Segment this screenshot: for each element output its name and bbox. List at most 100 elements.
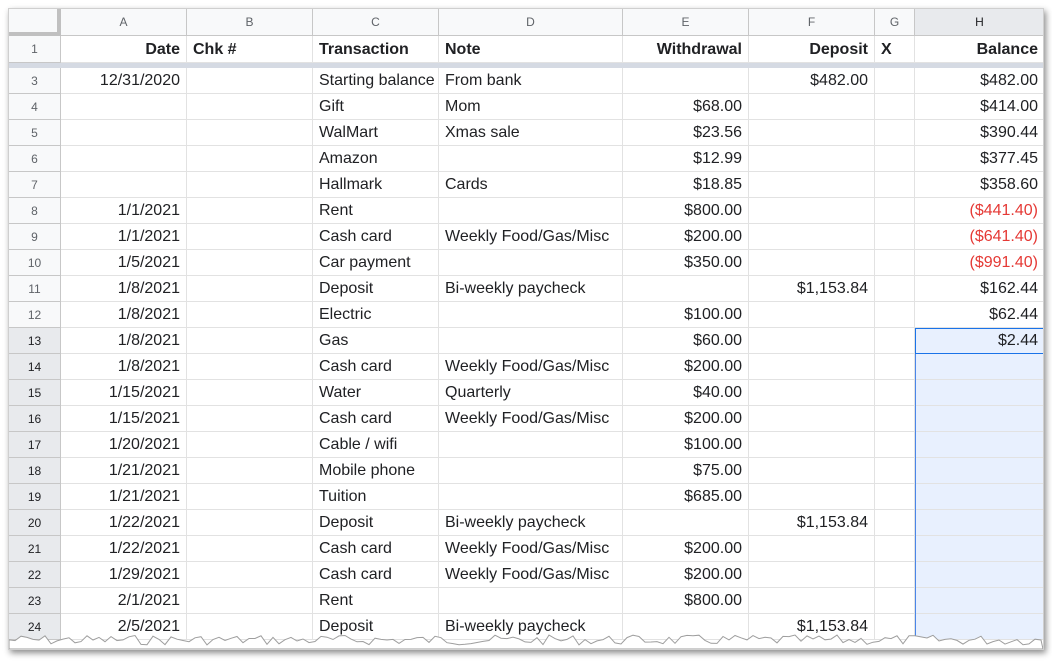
- cell-transaction[interactable]: Gift: [313, 94, 439, 120]
- cell-withdrawal[interactable]: $200.00: [623, 406, 749, 432]
- cell-x[interactable]: [875, 146, 915, 172]
- cell-withdrawal[interactable]: [623, 510, 749, 536]
- cell-balance[interactable]: $2.44: [915, 328, 1043, 354]
- cell-date[interactable]: [61, 94, 187, 120]
- cell-note[interactable]: [439, 588, 623, 614]
- cell-chk[interactable]: [187, 380, 313, 406]
- header-cell-deposit[interactable]: Deposit: [749, 36, 875, 63]
- cell-note[interactable]: Weekly Food/Gas/Misc: [439, 354, 623, 380]
- cell-x[interactable]: [875, 328, 915, 354]
- cell-withdrawal[interactable]: $23.56: [623, 120, 749, 146]
- cell-deposit[interactable]: [749, 432, 875, 458]
- cell-date[interactable]: 1/8/2021: [61, 354, 187, 380]
- header-cell-note[interactable]: Note: [439, 36, 623, 63]
- cell-balance[interactable]: $482.00: [915, 68, 1043, 94]
- cell-withdrawal[interactable]: $685.00: [623, 484, 749, 510]
- row-header[interactable]: 23: [9, 588, 61, 614]
- cell-note[interactable]: Weekly Food/Gas/Misc: [439, 224, 623, 250]
- cell-chk[interactable]: [187, 250, 313, 276]
- row-header[interactable]: 13: [9, 328, 61, 354]
- row-header[interactable]: 19: [9, 484, 61, 510]
- cell-balance[interactable]: $358.60: [915, 172, 1043, 198]
- cell-x[interactable]: [875, 276, 915, 302]
- cell-withdrawal[interactable]: $18.85: [623, 172, 749, 198]
- cell-note[interactable]: [439, 146, 623, 172]
- column-header-a[interactable]: A: [61, 9, 187, 36]
- cell-x[interactable]: [875, 562, 915, 588]
- cell-balance[interactable]: $414.00: [915, 94, 1043, 120]
- cell-deposit[interactable]: [749, 328, 875, 354]
- cell-note[interactable]: Bi-weekly paycheck: [439, 276, 623, 302]
- cell-x[interactable]: [875, 380, 915, 406]
- cell-deposit[interactable]: [749, 302, 875, 328]
- cell-transaction[interactable]: Deposit: [313, 276, 439, 302]
- cell-deposit[interactable]: [749, 198, 875, 224]
- cell-transaction[interactable]: Cash card: [313, 354, 439, 380]
- cell-date[interactable]: 1/15/2021: [61, 406, 187, 432]
- cell-chk[interactable]: [187, 68, 313, 94]
- cell-date[interactable]: 1/1/2021: [61, 198, 187, 224]
- cell-date[interactable]: 1/20/2021: [61, 432, 187, 458]
- cell-balance[interactable]: [915, 562, 1043, 588]
- row-header[interactable]: 9: [9, 224, 61, 250]
- cell-balance[interactable]: [915, 354, 1043, 380]
- cell-note[interactable]: [439, 458, 623, 484]
- cell-deposit[interactable]: $482.00: [749, 68, 875, 94]
- cell-note[interactable]: Bi-weekly paycheck: [439, 510, 623, 536]
- cell-chk[interactable]: [187, 172, 313, 198]
- cell-deposit[interactable]: [749, 120, 875, 146]
- row-header[interactable]: 1: [9, 36, 61, 63]
- cell-chk[interactable]: [187, 484, 313, 510]
- cell-withdrawal[interactable]: [623, 276, 749, 302]
- cell-transaction[interactable]: Mobile phone: [313, 458, 439, 484]
- column-header-c[interactable]: C: [313, 9, 439, 36]
- cell-x[interactable]: [875, 68, 915, 94]
- cell-transaction[interactable]: Water: [313, 380, 439, 406]
- cell-chk[interactable]: [187, 432, 313, 458]
- cell-withdrawal[interactable]: $800.00: [623, 198, 749, 224]
- cell-chk[interactable]: [187, 146, 313, 172]
- cell-note[interactable]: [439, 250, 623, 276]
- cell-transaction[interactable]: WalMart: [313, 120, 439, 146]
- row-header[interactable]: 11: [9, 276, 61, 302]
- cell-chk[interactable]: [187, 510, 313, 536]
- cell-transaction[interactable]: Electric: [313, 302, 439, 328]
- row-header[interactable]: 18: [9, 458, 61, 484]
- row-header[interactable]: 8: [9, 198, 61, 224]
- cell-balance[interactable]: $62.44: [915, 302, 1043, 328]
- cell-note[interactable]: Weekly Food/Gas/Misc: [439, 406, 623, 432]
- cell-date[interactable]: 1/8/2021: [61, 302, 187, 328]
- cell-withdrawal[interactable]: $200.00: [623, 224, 749, 250]
- cell-note[interactable]: [439, 432, 623, 458]
- column-header-f[interactable]: F: [749, 9, 875, 36]
- cell-chk[interactable]: [187, 276, 313, 302]
- cell-x[interactable]: [875, 484, 915, 510]
- cell-note[interactable]: [439, 302, 623, 328]
- cell-deposit[interactable]: [749, 250, 875, 276]
- cell-withdrawal[interactable]: $200.00: [623, 354, 749, 380]
- cell-x[interactable]: [875, 432, 915, 458]
- cell-note[interactable]: Quarterly: [439, 380, 623, 406]
- cell-note[interactable]: [439, 198, 623, 224]
- cell-balance[interactable]: [915, 510, 1043, 536]
- cell-withdrawal[interactable]: [623, 68, 749, 94]
- cell-transaction[interactable]: Hallmark: [313, 172, 439, 198]
- header-cell-withdrawal[interactable]: Withdrawal: [623, 36, 749, 63]
- cell-deposit[interactable]: [749, 406, 875, 432]
- cell-date[interactable]: [61, 146, 187, 172]
- cell-withdrawal[interactable]: $100.00: [623, 432, 749, 458]
- cell-balance[interactable]: [915, 484, 1043, 510]
- cell-chk[interactable]: [187, 224, 313, 250]
- cell-deposit[interactable]: [749, 458, 875, 484]
- row-header[interactable]: 4: [9, 94, 61, 120]
- cell-deposit[interactable]: [749, 588, 875, 614]
- cell-transaction[interactable]: Cable / wifi: [313, 432, 439, 458]
- row-header[interactable]: 21: [9, 536, 61, 562]
- cell-withdrawal[interactable]: $60.00: [623, 328, 749, 354]
- column-header-d[interactable]: D: [439, 9, 623, 36]
- cell-date[interactable]: 1/21/2021: [61, 484, 187, 510]
- cell-transaction[interactable]: Cash card: [313, 536, 439, 562]
- cell-x[interactable]: [875, 172, 915, 198]
- cell-x[interactable]: [875, 536, 915, 562]
- row-header[interactable]: 16: [9, 406, 61, 432]
